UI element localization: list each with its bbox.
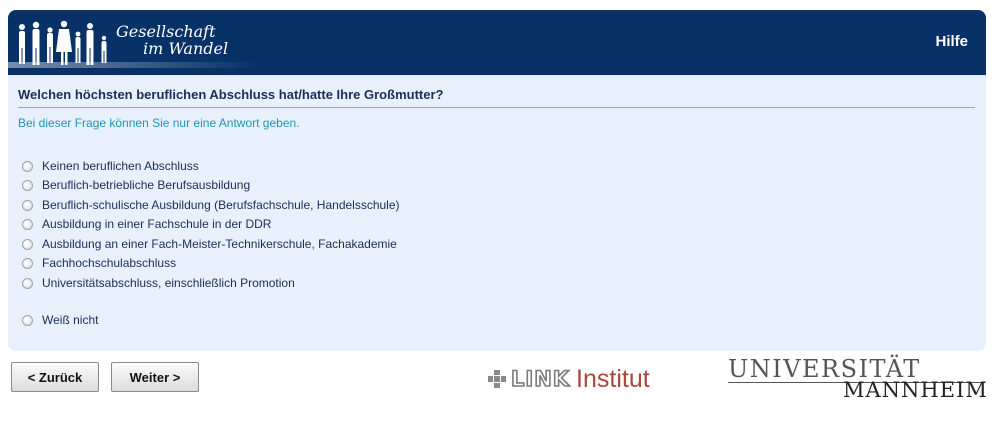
back-button[interactable]: < Zurück xyxy=(11,362,99,392)
option-keinen-abschluss[interactable]: Keinen beruflichen Abschluss xyxy=(22,157,199,175)
question-title: Welchen höchsten beruflichen Abschluss h… xyxy=(18,87,444,102)
radio-button[interactable] xyxy=(22,314,33,326)
university-wordmark-bottom: MANNHEIM xyxy=(843,378,988,402)
option-label: Beruflich-betriebliche Berufsausbildung xyxy=(42,178,251,192)
option-schulische-ausbildung[interactable]: Beruflich-schulische Ausbildung (Berufsf… xyxy=(22,196,400,214)
radio-button[interactable] xyxy=(22,277,33,289)
radio-button[interactable] xyxy=(22,238,33,250)
option-label: Weiß nicht xyxy=(42,313,99,327)
option-label: Beruflich-schulische Ausbildung (Berufsf… xyxy=(42,198,400,212)
option-weiss-nicht[interactable]: Weiß nicht xyxy=(22,311,98,329)
divider xyxy=(18,107,975,108)
option-betriebliche-ausbildung[interactable]: Beruflich-betriebliche Berufsausbildung xyxy=(22,176,250,194)
option-label: Fachhochschulabschluss xyxy=(42,256,177,270)
next-button[interactable]: Weiter > xyxy=(111,362,199,392)
link-cross-icon xyxy=(488,370,506,388)
radio-button[interactable] xyxy=(22,218,33,230)
radio-button[interactable] xyxy=(22,257,33,269)
radio-button[interactable] xyxy=(22,160,33,172)
option-fachhochschule[interactable]: Fachhochschulabschluss xyxy=(22,254,176,272)
option-label: Universitätsabschluss, einschließlich Pr… xyxy=(42,276,295,290)
brand-title-line2: im Wandel xyxy=(143,39,229,58)
option-label: Ausbildung an einer Fach-Meister-Technik… xyxy=(42,237,397,251)
survey-panel: Gesellschaft im Wandel Hilfe Welchen höc… xyxy=(8,10,986,351)
option-fachschule-ddr[interactable]: Ausbildung in einer Fachschule in der DD… xyxy=(22,215,271,233)
help-link[interactable]: Hilfe xyxy=(935,33,968,50)
option-meisterschule[interactable]: Ausbildung an einer Fach-Meister-Technik… xyxy=(22,235,397,253)
radio-button[interactable] xyxy=(22,179,33,191)
instruction-text: Bei dieser Frage können Sie nur eine Ant… xyxy=(18,116,300,130)
option-universitaet[interactable]: Universitätsabschluss, einschließlich Pr… xyxy=(22,274,295,292)
link-wordmark: LINK xyxy=(510,366,571,392)
option-label: Ausbildung in einer Fachschule in der DD… xyxy=(42,217,272,231)
header-bar: Gesellschaft im Wandel Hilfe xyxy=(8,10,986,75)
link-institut-logo: LINK Institut xyxy=(487,364,650,393)
institut-wordmark: Institut xyxy=(576,364,650,393)
radio-button[interactable] xyxy=(22,199,33,211)
option-label: Keinen beruflichen Abschluss xyxy=(42,159,199,173)
